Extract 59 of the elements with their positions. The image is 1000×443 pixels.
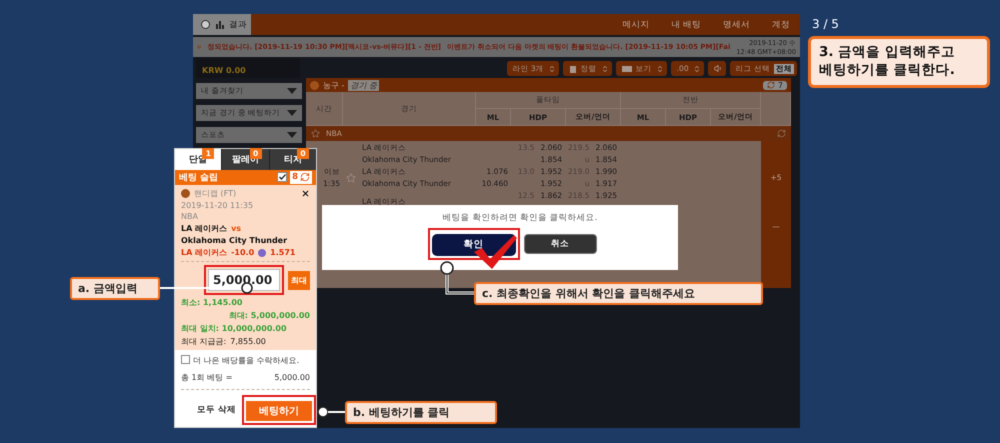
stake-input[interactable]: 5,000.00 <box>208 269 280 291</box>
caret-down-icon <box>287 132 297 138</box>
team-name: Oklahoma City Thunder <box>181 236 288 245</box>
total-label: 총 1회 베팅 = <box>181 372 232 384</box>
callout-label: c. 최종확인을 위해서 확인을 클릭해주세요 <box>474 282 763 305</box>
speaker-icon <box>714 64 723 73</box>
max-button[interactable]: 최대 <box>288 270 310 290</box>
check-icon <box>278 174 286 180</box>
total-value: 5,000.00 <box>274 372 310 384</box>
results-tab[interactable]: 결과 <box>193 14 251 35</box>
up-down-caret-icon <box>656 64 664 72</box>
refresh-button[interactable]: 8 <box>290 170 312 184</box>
caret-down-icon <box>287 88 297 94</box>
checkbox[interactable] <box>277 172 288 182</box>
league-name: NBA <box>181 212 198 221</box>
callout-label: a. 금액입력 <box>70 277 160 300</box>
cancel-button[interactable]: 취소 <box>524 234 596 254</box>
dialog-message: 베팅을 확인하려면 확인을 클릭하세요. <box>442 212 598 224</box>
market-name: 핸디캡 (FT) <box>194 188 236 199</box>
payout-label: 최대 지급금: <box>181 336 226 347</box>
bar-chart-icon <box>215 20 224 28</box>
slide-counter: 3 / 5 <box>812 17 839 31</box>
top-menu-link[interactable]: 메시지 <box>622 18 650 30</box>
refresh-button[interactable]: 7 <box>762 80 787 90</box>
handicap-line: -10.0 <box>231 248 254 257</box>
step-text: 베팅하기를 클릭한다. <box>819 62 956 80</box>
clear-all-button[interactable]: 모두 삭제 <box>195 402 238 418</box>
refresh-icon <box>777 129 786 138</box>
callout-label: b. 베팅하기를 클릭 <box>345 401 497 424</box>
up-down-caret-icon <box>548 64 556 72</box>
up-down-caret-icon <box>600 64 609 72</box>
caret-down-icon <box>287 110 297 116</box>
limit-text: 최대: 5,000,000.00 <box>228 310 310 321</box>
refresh-icon <box>300 172 310 182</box>
balance-panel: KRW 0.00 <box>196 58 300 78</box>
sport-title: 농구 - <box>323 80 344 90</box>
star-icon <box>311 129 320 138</box>
team-name: LA 레이커스 <box>181 223 228 234</box>
limit-text: 최소: 1,145.00 <box>181 297 242 308</box>
checkbox-label: 더 나은 배당률을 수락하세요. <box>193 355 300 367</box>
top-menu-link[interactable]: 명세서 <box>723 18 750 30</box>
checkbox[interactable] <box>181 355 190 364</box>
odds-value: 1.571 <box>270 248 296 257</box>
status-label: 경기 중 <box>348 80 379 90</box>
payout-value: 7,855.00 <box>230 337 266 346</box>
sound-button[interactable] <box>708 61 726 76</box>
step-text: 3. 금액을 입력해주고 <box>819 44 956 62</box>
close-icon[interactable] <box>301 189 310 198</box>
up-down-caret-icon <box>692 64 701 72</box>
top-menu-link[interactable]: 내 배팅 <box>671 18 701 30</box>
confirm-button[interactable]: 확인 <box>432 234 516 256</box>
match-date: 2019-11-20 11:35 <box>181 201 254 210</box>
versus-text: vs <box>231 224 242 233</box>
top-menu-link[interactable]: 계정 <box>772 18 790 30</box>
selection-name: LA 레이커스 <box>181 247 228 258</box>
bet-slip-title: 베팅 슬립 <box>179 172 218 184</box>
refresh-icon <box>766 81 775 89</box>
place-bet-button[interactable]: 베팅하기 <box>246 401 312 421</box>
limit-text: 최대 일치: 10,000,000.00 <box>181 323 287 334</box>
